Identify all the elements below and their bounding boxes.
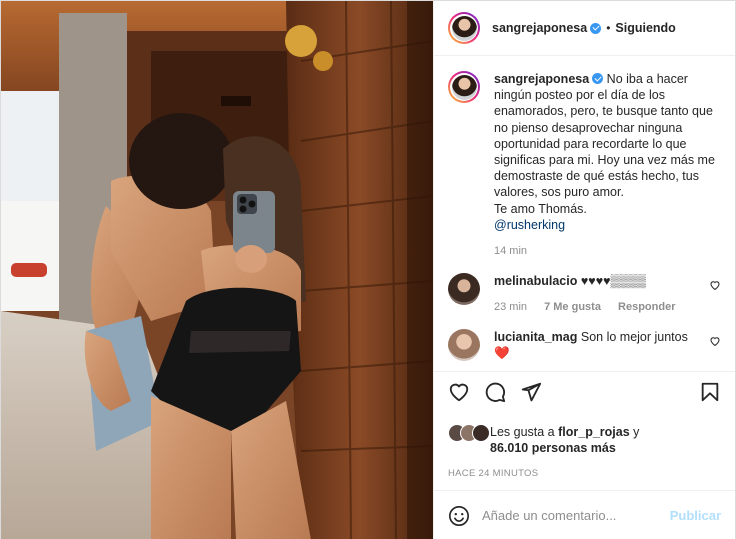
emoji-icon[interactable]	[448, 505, 470, 527]
likes-count-link[interactable]: 86.010 personas más	[490, 441, 616, 455]
caption-time[interactable]: 14 min	[494, 245, 527, 257]
verified-badge-icon	[590, 22, 602, 34]
comments-list[interactable]: sangrejaponesa No iba a hacer ningún pos…	[434, 57, 735, 371]
likes-user-link[interactable]: flor_p_rojas	[558, 425, 630, 439]
post-timestamp[interactable]: HACE 24 MINUTOS	[448, 468, 721, 479]
heart-icon[interactable]	[448, 381, 470, 403]
comment-avatar[interactable]	[448, 329, 480, 362]
liker-avatars[interactable]	[448, 424, 490, 456]
post-header: sangrejaponesa • Siguiendo	[434, 1, 735, 56]
comment-avatar[interactable]	[448, 273, 480, 306]
comment-text: Son lo mejor juntos	[580, 330, 688, 345]
comment-heart-icon[interactable]	[709, 279, 721, 291]
likes-prefix: Les gusta a	[490, 425, 555, 439]
share-icon[interactable]	[520, 381, 542, 403]
caption-username[interactable]: sangrejaponesa	[494, 72, 589, 86]
caption-mention-link[interactable]: @rusherking	[494, 218, 565, 232]
comment-icon[interactable]	[484, 381, 506, 403]
likes-summary: Les gusta a flor_p_rojas y 86.010 person…	[448, 424, 721, 456]
add-comment-bar: Publicar	[434, 490, 735, 539]
likes-conjunction: y	[633, 425, 640, 439]
comment-likes[interactable]: 7 Me gusta	[544, 301, 601, 313]
post-side-panel: sangrejaponesa • Siguiendo sangrejapones…	[433, 1, 735, 539]
caption: sangrejaponesa No iba a hacer ningún pos…	[448, 71, 721, 257]
comment-item: melinabulacio ♥♥♥♥▒▒▒▒ 23 min 7 Me gusta…	[448, 273, 721, 313]
comment-heart-icon[interactable]	[709, 335, 721, 347]
author-avatar[interactable]	[448, 12, 480, 44]
couple-mirror-selfie-image	[1, 1, 433, 539]
caption-closing: Te amo Thomás.	[494, 201, 587, 216]
comment-time: 23 min	[494, 301, 528, 314]
comment-username[interactable]: lucianita_mag	[494, 330, 577, 344]
caption-text: No iba a hacer ningún posteo por el día …	[494, 72, 715, 200]
action-bar	[448, 372, 721, 412]
post-photo[interactable]	[1, 1, 433, 539]
bookmark-icon[interactable]	[699, 381, 721, 403]
comment-input[interactable]	[482, 508, 670, 523]
instagram-post: sangrejaponesa • Siguiendo sangrejapones…	[0, 0, 736, 539]
comment-text: ♥♥♥♥▒▒▒▒	[580, 274, 646, 289]
comment-username[interactable]: melinabulacio	[494, 274, 577, 288]
comment-item: lucianita_mag Son lo mejor juntos ❤️	[448, 329, 721, 362]
verified-badge-icon	[592, 73, 604, 84]
author-username[interactable]: sangrejaponesa	[492, 21, 587, 35]
caption-avatar[interactable]	[448, 71, 480, 103]
comment-reply-button[interactable]: Responder	[618, 301, 675, 313]
separator-dot: •	[606, 21, 611, 35]
post-actions: Les gusta a flor_p_rojas y 86.010 person…	[434, 371, 735, 479]
heart-emoji: ❤️	[494, 346, 510, 361]
publish-button[interactable]: Publicar	[670, 508, 721, 523]
following-button[interactable]: Siguiendo	[615, 21, 675, 35]
